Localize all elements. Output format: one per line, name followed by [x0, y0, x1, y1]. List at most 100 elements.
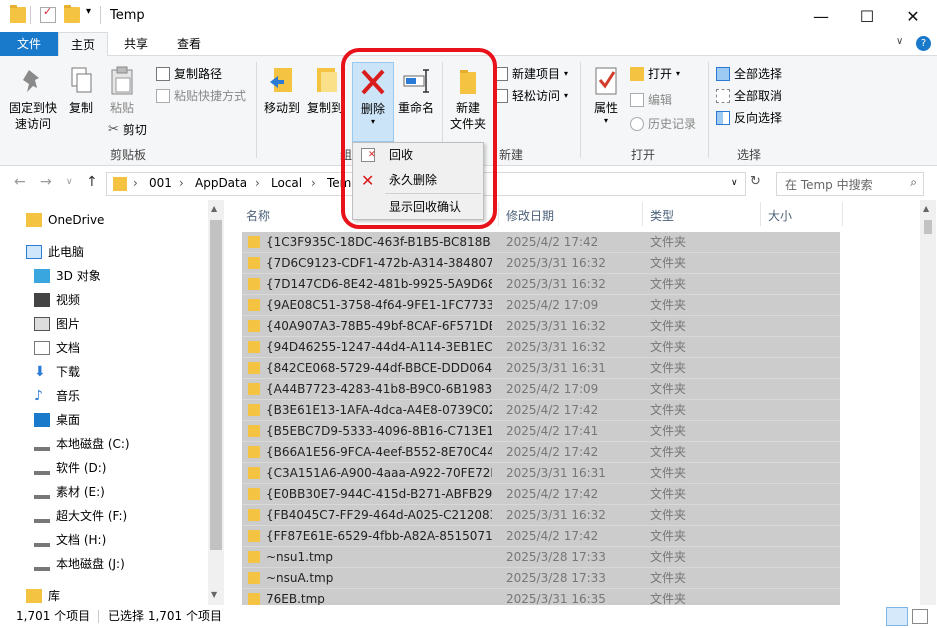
- scroll-up-icon[interactable]: ▲: [211, 204, 217, 213]
- table-row[interactable]: {FB4045C7-FF29-464d-A025-C212083... 2025/…: [242, 505, 840, 526]
- new-item-button[interactable]: 新建项目 ▾: [494, 64, 568, 84]
- nav-item-drive-h[interactable]: 文档 (H:): [34, 528, 106, 552]
- nav-item-3d-objects[interactable]: 3D 对象: [34, 264, 101, 288]
- easy-access-button[interactable]: 轻松访问 ▾: [494, 86, 568, 106]
- nav-item-videos[interactable]: 视频: [34, 288, 80, 312]
- table-row[interactable]: {B66A1E56-9FCA-4eef-B552-8E70C44... 2025/…: [242, 442, 840, 463]
- properties-icon[interactable]: ✓: [40, 5, 56, 23]
- nav-item-this-pc[interactable]: 此电脑: [26, 240, 84, 264]
- table-row[interactable]: {E0BB30E7-944C-415d-B271-ABFB29... 2025/4…: [242, 484, 840, 505]
- tab-file[interactable]: 文件: [0, 32, 58, 56]
- paste-shortcut-button[interactable]: 粘贴快捷方式: [156, 86, 246, 106]
- nav-item-drive-f[interactable]: 超大文件 (F:): [34, 504, 127, 528]
- table-row[interactable]: {B3E61E13-1AFA-4dca-A4E8-0739C02... 2025/…: [242, 400, 840, 421]
- file-name: ~nsu1.tmp: [266, 550, 333, 564]
- file-scrollbar[interactable]: ▲: [920, 200, 936, 605]
- copy-path-button[interactable]: 复制路径: [156, 64, 222, 84]
- table-row[interactable]: ~nsu1.tmp 2025/3/28 17:33 文件夹: [242, 547, 840, 568]
- table-row[interactable]: {FF87E61E-6529-4fbb-A82A-8515071... 2025/…: [242, 526, 840, 547]
- maximize-button[interactable]: ☐: [844, 0, 890, 32]
- select-all-button[interactable]: 全部选择: [716, 64, 782, 84]
- up-arrow-icon[interactable]: ↑: [86, 174, 98, 190]
- nav-item-desktop[interactable]: 桌面: [34, 408, 80, 432]
- select-none-button[interactable]: 全部取消: [716, 86, 782, 106]
- nav-label: 下载: [56, 365, 81, 379]
- open-button[interactable]: 打开 ▾: [630, 64, 680, 84]
- breadcrumb-item[interactable]: 001: [149, 176, 172, 190]
- menu-item-permanent-delete[interactable]: ✕ 永久删除: [353, 168, 483, 192]
- back-arrow-icon[interactable]: ←: [14, 174, 26, 190]
- file-date: 2025/4/2 17:42: [506, 403, 599, 417]
- nav-label: 软件 (D:): [56, 461, 107, 475]
- nav-item-music[interactable]: ♪ 音乐: [34, 384, 80, 408]
- column-date[interactable]: 修改日期: [506, 207, 554, 224]
- copy-to-button[interactable]: 复制到: [304, 66, 346, 116]
- collapse-ribbon-icon[interactable]: ∨: [896, 36, 903, 47]
- column-name[interactable]: 名称: [246, 207, 270, 224]
- folder-icon: [248, 404, 260, 416]
- column-size[interactable]: 大小: [768, 207, 792, 224]
- customize-toolbar-icon[interactable]: ▾: [86, 6, 91, 17]
- recent-chevron-icon[interactable]: ∨: [66, 177, 73, 187]
- forward-arrow-icon[interactable]: →: [40, 174, 52, 190]
- nav-item-drive-j[interactable]: 本地磁盘 (J:): [34, 552, 125, 576]
- tab-home[interactable]: 主页: [58, 32, 108, 57]
- invert-selection-button[interactable]: 反向选择: [716, 108, 782, 128]
- tab-view[interactable]: 查看: [166, 32, 212, 56]
- table-row[interactable]: {A44B7723-4283-41b8-B9C0-6B1983... 2025/4…: [242, 379, 840, 400]
- large-icons-view-icon[interactable]: [912, 609, 928, 624]
- address-dropdown-icon[interactable]: ∨: [731, 178, 738, 188]
- nav-item-pictures[interactable]: 图片: [34, 312, 80, 336]
- scroll-down-icon[interactable]: ▼: [211, 590, 217, 599]
- move-to-button[interactable]: 移动到: [262, 66, 302, 116]
- menu-item-show-recycle-confirm[interactable]: 显示回收确认: [353, 195, 483, 219]
- breadcrumb-item[interactable]: AppData: [195, 176, 247, 190]
- scroll-thumb[interactable]: [924, 220, 932, 234]
- search-input[interactable]: 在 Temp 中搜索 ⌕: [776, 172, 924, 196]
- details-view-icon[interactable]: [886, 607, 908, 626]
- table-row[interactable]: {B5EBC7D9-5333-4096-8B16-C713E1... 2025/4…: [242, 421, 840, 442]
- nav-item-drive-d[interactable]: 软件 (D:): [34, 456, 106, 480]
- table-row[interactable]: {842CE068-5729-44df-BBCE-DDD064... 2025/3…: [242, 358, 840, 379]
- new-folder-icon[interactable]: [64, 5, 80, 23]
- table-row[interactable]: {7D147CD6-8E42-481b-9925-5A9D68... 2025/3…: [242, 274, 840, 295]
- tab-share[interactable]: 共享: [112, 32, 160, 56]
- nav-item-onedrive[interactable]: OneDrive: [26, 208, 104, 232]
- table-row[interactable]: {9AE08C51-3758-4f64-9FE1-1FC7733... 2025/…: [242, 295, 840, 316]
- column-type[interactable]: 类型: [650, 207, 674, 224]
- nav-scrollbar[interactable]: ▲ ▼: [208, 200, 224, 605]
- nav-item-drive-c[interactable]: 本地磁盘 (C:): [34, 432, 130, 456]
- column-divider: [760, 202, 761, 226]
- history-button[interactable]: 历史记录: [630, 114, 696, 134]
- menu-item-recycle[interactable]: ✕ 回收: [353, 143, 483, 167]
- table-row[interactable]: {C3A151A6-A900-4aaa-A922-70FE72F... 2025/…: [242, 463, 840, 484]
- rename-button[interactable]: 重命名: [396, 66, 436, 116]
- new-folder-button[interactable]: 新建 文件夹: [448, 66, 488, 132]
- table-row[interactable]: {1C3F935C-18DC-463f-B1B5-BC818B... 2025/4…: [242, 232, 840, 253]
- refresh-icon[interactable]: ↻: [750, 174, 761, 189]
- table-row[interactable]: {94D46255-1247-44d4-A114-3EB1EC... 2025/3…: [242, 337, 840, 358]
- edit-button[interactable]: 编辑: [630, 90, 672, 110]
- table-row[interactable]: {7D6C9123-CDF1-472b-A314-384807... 2025/3…: [242, 253, 840, 274]
- minimize-button[interactable]: —: [798, 0, 844, 32]
- help-icon[interactable]: ?: [916, 36, 931, 51]
- file-date: 2025/4/2 17:42: [506, 445, 599, 459]
- nav-item-downloads[interactable]: ⬇ 下载: [34, 360, 80, 384]
- drive-icon: [34, 533, 50, 547]
- search-placeholder: 在 Temp 中搜索: [785, 178, 873, 192]
- scroll-up-icon[interactable]: ▲: [923, 204, 929, 213]
- copy-button[interactable]: 复制: [64, 66, 98, 116]
- pin-quick-access-button[interactable]: 固定到快 速访问: [6, 66, 60, 132]
- breadcrumb-item[interactable]: Local: [271, 176, 302, 190]
- nav-item-documents[interactable]: 文档: [34, 336, 80, 360]
- cut-button[interactable]: ✂ 剪切: [108, 120, 147, 140]
- table-row[interactable]: {40A907A3-78B5-49bf-8CAF-6F571DB... 2025/…: [242, 316, 840, 337]
- table-row[interactable]: 76EB.tmp 2025/3/31 16:35 文件夹: [242, 589, 840, 605]
- properties-button[interactable]: 属性 ▾: [586, 66, 626, 126]
- close-button[interactable]: ✕: [890, 0, 936, 32]
- scroll-thumb[interactable]: [210, 220, 222, 550]
- table-row[interactable]: ~nsuA.tmp 2025/3/28 17:33 文件夹: [242, 568, 840, 589]
- delete-button[interactable]: 删除 ▾: [352, 62, 394, 142]
- paste-button[interactable]: 粘贴: [104, 66, 140, 116]
- nav-item-drive-e[interactable]: 素材 (E:): [34, 480, 105, 504]
